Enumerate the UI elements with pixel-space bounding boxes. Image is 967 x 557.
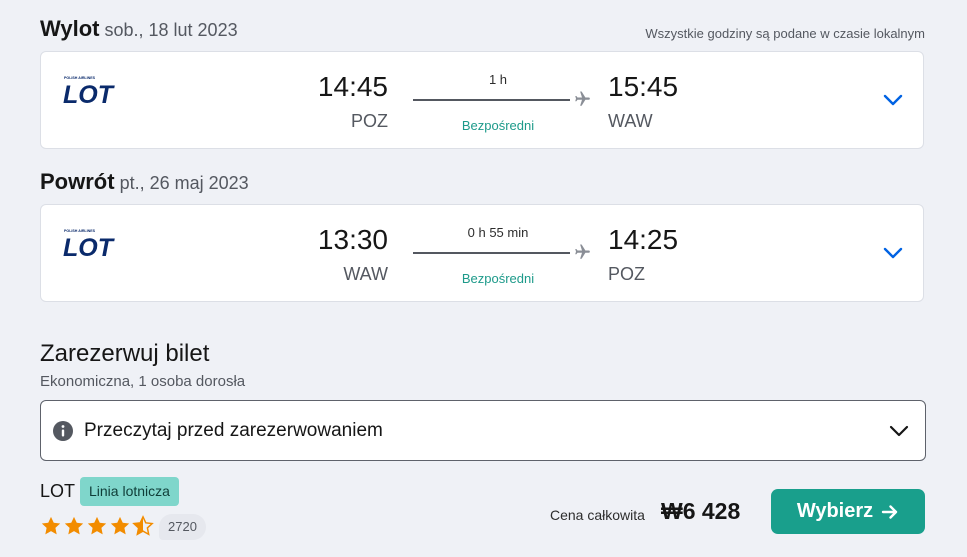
route-line — [413, 252, 570, 254]
arrival-time: 15:45 — [608, 71, 679, 102]
stops-label: Bezpośredni — [461, 118, 535, 133]
departure-time: 14:45 — [317, 71, 388, 102]
star-icon — [41, 516, 61, 535]
outbound-title: Wylot — [40, 16, 100, 41]
timezone-note: Wszystkie godziny są podane w czasie lok… — [645, 26, 925, 41]
select-button[interactable]: Wybierz — [771, 489, 925, 534]
provider-type-badge: Linia lotnicza — [80, 477, 179, 506]
review-count[interactable]: 2720 — [159, 514, 206, 540]
departure-airport: WAW — [343, 264, 388, 284]
lot-logo-icon: POLISH AIRLINES LOT — [63, 76, 116, 108]
route-line — [413, 99, 570, 101]
arrival-time: 14:25 — [608, 224, 679, 255]
chevron-down-icon[interactable] — [881, 241, 905, 265]
svg-text:POLISH AIRLINES: POLISH AIRLINES — [64, 76, 96, 80]
star-icon — [87, 516, 107, 535]
arrow-right-icon — [881, 504, 898, 519]
lot-logo-icon: POLISH AIRLINES LOT — [63, 229, 116, 261]
stops-label: Bezpośredni — [461, 271, 535, 286]
info-icon — [53, 421, 73, 441]
provider-name: LOT — [40, 481, 76, 501]
flight-duration: 1 h — [488, 72, 508, 87]
outbound-date: sob., 18 lut 2023 — [104, 20, 238, 40]
svg-text:LOT: LOT — [63, 81, 116, 108]
inbound-header: Powrót pt., 26 maj 2023 — [40, 169, 249, 195]
info-label: Przeczytaj przed zarezerwowaniem — [84, 420, 383, 441]
flight-details-panel: Wylot sob., 18 lut 2023 Wszystkie godzin… — [0, 0, 967, 557]
chevron-down-icon[interactable] — [887, 419, 911, 443]
star-icon — [110, 516, 130, 535]
departure-airport: POZ — [350, 111, 388, 131]
outbound-header: Wylot sob., 18 lut 2023 — [40, 16, 238, 42]
outbound-flight-card[interactable]: POLISH AIRLINES LOT 14:45 POZ 1 h Bezpoś… — [40, 51, 924, 149]
svg-text:POLISH AIRLINES: POLISH AIRLINES — [64, 229, 96, 233]
star-icon — [64, 516, 84, 535]
flight-duration: 0 h 55 min — [467, 225, 529, 240]
inbound-flight-card[interactable]: POLISH AIRLINES LOT 13:30 WAW 0 h 55 min… — [40, 204, 924, 302]
inbound-title: Powrót — [40, 169, 115, 194]
half-star-icon — [132, 515, 154, 536]
arrival-airport: WAW — [608, 111, 653, 131]
rating-stars — [40, 515, 154, 537]
read-before-booking-dropdown[interactable]: Przeczytaj przed zarezerwowaniem — [40, 400, 926, 461]
plane-icon — [575, 91, 590, 106]
booking-title: Zarezerwuj bilet — [40, 340, 210, 367]
departure-time: 13:30 — [317, 224, 388, 255]
total-price-label: Cena całkowita — [550, 507, 645, 523]
select-button-label: Wybierz — [796, 500, 874, 522]
total-price: ₩6 428 — [661, 498, 741, 524]
plane-icon — [575, 244, 590, 259]
chevron-down-icon[interactable] — [881, 88, 905, 112]
inbound-date: pt., 26 maj 2023 — [119, 173, 249, 193]
booking-subtitle: Ekonomiczna, 1 osoba dorosła — [40, 373, 246, 390]
svg-text:LOT: LOT — [63, 234, 116, 261]
arrival-airport: POZ — [608, 264, 646, 284]
